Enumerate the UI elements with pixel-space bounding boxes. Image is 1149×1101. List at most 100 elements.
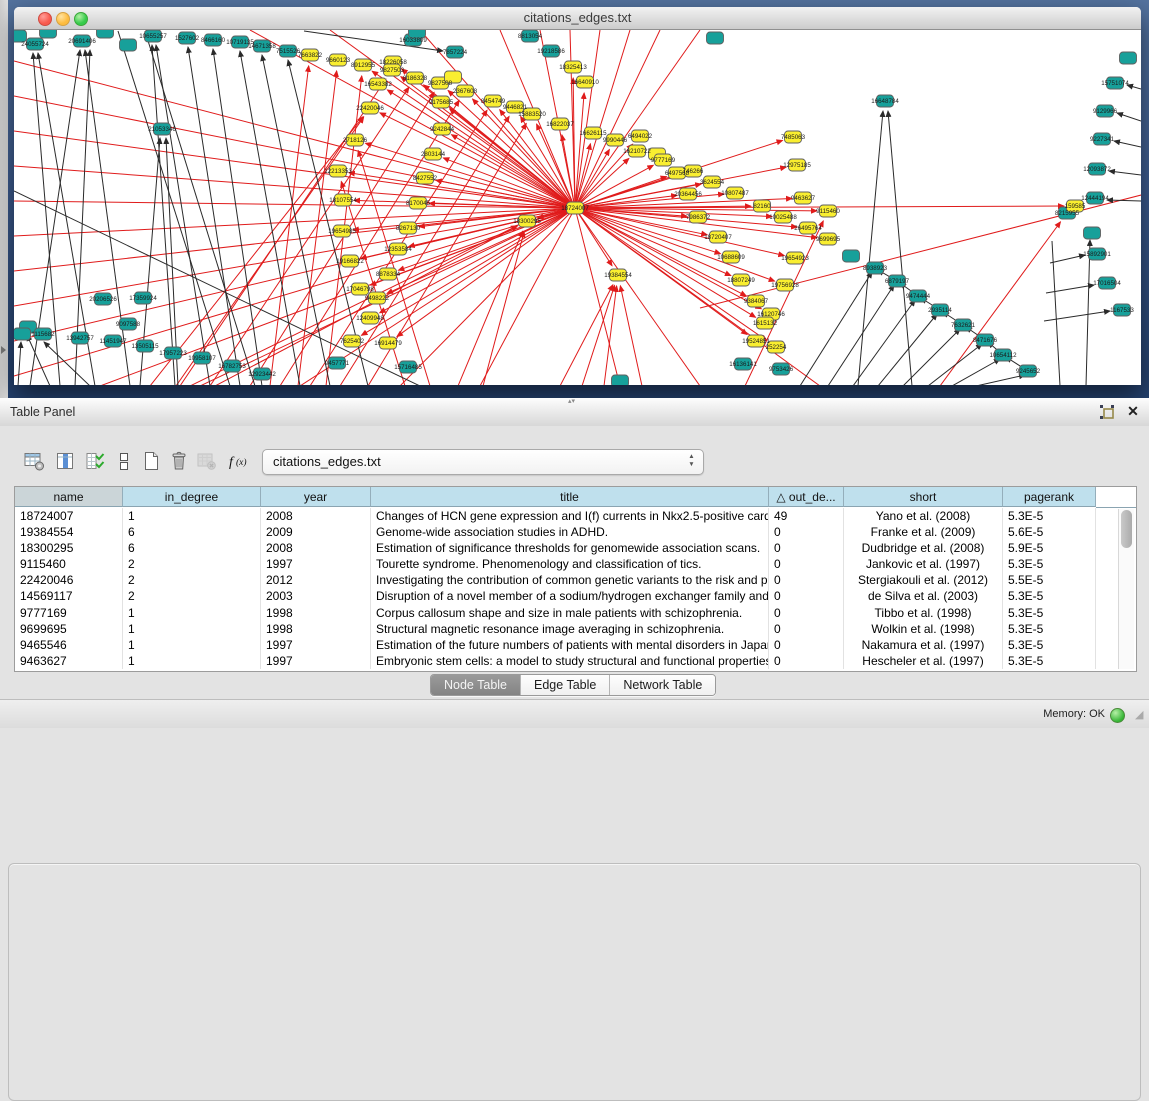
graph-node-label: 9175685 xyxy=(429,99,454,106)
graph-node-label: 8454749 xyxy=(481,98,506,105)
graph-node[interactable] xyxy=(40,30,57,38)
graph-node[interactable] xyxy=(843,250,860,262)
graph-node-label: 8912955 xyxy=(351,62,376,69)
table-check-icon[interactable] xyxy=(84,450,108,472)
table-cell: Stergiakouli et al. (2012) xyxy=(844,572,1003,588)
table-row[interactable]: 1830029562008Estimation of significance … xyxy=(15,540,1136,556)
table-selector-value: citations_edges.txt xyxy=(273,450,381,474)
table-cell: Hescheler et al. (1997) xyxy=(844,653,1003,669)
graph-node-label: 7663822 xyxy=(298,52,323,59)
graph-node-label: 19166822 xyxy=(336,258,364,265)
table-row[interactable]: 1872400712008Changes of HCN gene express… xyxy=(15,508,1136,524)
graph-node-label: 11451947 xyxy=(99,338,127,345)
graph-node[interactable] xyxy=(707,32,724,44)
graph-node-label: 24055724 xyxy=(21,41,49,48)
graph-node-label: 2367608 xyxy=(453,88,478,95)
graph-node-label: 16648784 xyxy=(871,98,899,105)
trash-icon[interactable] xyxy=(167,450,191,472)
table-cell: 2008 xyxy=(261,508,371,524)
graph-node[interactable] xyxy=(1084,227,1101,239)
graph-node-label: 9498222 xyxy=(365,295,390,302)
column-header-year[interactable]: year xyxy=(261,487,371,507)
table-cell: 0 xyxy=(769,653,844,669)
network-view-window[interactable]: citations_edges.txt 24055724206914061065… xyxy=(14,7,1141,385)
memory-status-icon[interactable] xyxy=(1110,708,1125,723)
graph-node-label: 17957223 xyxy=(159,350,187,357)
column-header-in_degree[interactable]: in_degree xyxy=(123,487,261,507)
graph-node[interactable] xyxy=(612,375,629,385)
graph-node-label: 18300295 xyxy=(513,218,541,225)
function-icon[interactable]: f(x) xyxy=(227,450,251,472)
table-cell: Yano et al. (2008) xyxy=(844,508,1003,524)
table-settings-icon[interactable] xyxy=(22,450,46,472)
table-cell: 9465546 xyxy=(15,637,123,653)
table-cell: 18724007 xyxy=(15,508,123,524)
graph-node-label: 9242844 xyxy=(430,126,455,133)
table-row[interactable]: 1456911722003Disruption of a novel membe… xyxy=(15,588,1136,604)
window-titlebar[interactable]: citations_edges.txt xyxy=(14,7,1141,30)
graph-node-label: 17359924 xyxy=(129,295,157,302)
table-cell: Changes of HCN gene expression and I(f) … xyxy=(371,508,769,524)
splitter-grip-icon[interactable]: ▴▾ xyxy=(568,399,580,404)
graph-node-label: 7515526 xyxy=(276,48,301,55)
table-row[interactable]: 946554611997Estimation of the future num… xyxy=(15,637,1136,653)
import-table-disabled-icon[interactable] xyxy=(195,450,219,472)
graph-node-label: 9115460 xyxy=(816,208,840,215)
table-cell: Wolkin et al. (1998) xyxy=(844,621,1003,637)
table-cell: Nakamura et al. (1997) xyxy=(844,637,1003,653)
table-cell: 0 xyxy=(769,588,844,604)
column-header-short[interactable]: short xyxy=(844,487,1003,507)
table-column-icon[interactable] xyxy=(53,450,77,472)
graph-node-label: 20364456 xyxy=(674,191,702,198)
scrollbar-thumb[interactable] xyxy=(1121,510,1132,548)
table-row[interactable]: 977716911998Corpus callosum shape and si… xyxy=(15,605,1136,621)
tab-edge-table[interactable]: Edge Table xyxy=(521,675,610,695)
table-row[interactable]: 1938455462009Genome-wide association stu… xyxy=(15,524,1136,540)
tab-node-table[interactable]: Node Table xyxy=(431,675,521,695)
graph-node-label: 16626115 xyxy=(579,130,607,137)
graph-node[interactable] xyxy=(14,328,31,340)
table-cell: 18300295 xyxy=(15,540,123,556)
new-document-icon[interactable] xyxy=(139,450,163,472)
graph-node[interactable] xyxy=(97,30,114,38)
table-cell: 6 xyxy=(123,540,261,556)
graph-node-label: 9699695 xyxy=(816,236,841,243)
resize-grip-icon[interactable]: ◢ xyxy=(1135,708,1147,720)
graph-node-label: 10958107 xyxy=(188,355,216,362)
graph-node-label: 9446821 xyxy=(503,104,528,111)
table-row[interactable]: 946362711997Embryonic stem cells: a mode… xyxy=(15,653,1136,669)
table-cell: Tibbo et al. (1998) xyxy=(844,605,1003,621)
table-cell: 1997 xyxy=(261,637,371,653)
network-canvas[interactable]: 2405572420691406106552571527602846616010… xyxy=(14,30,1141,385)
graph-node-label: 16822037 xyxy=(546,121,574,128)
column-header-pagerank[interactable]: pagerank xyxy=(1003,487,1096,507)
table-row[interactable]: 969969511998Structural magnetic resonanc… xyxy=(15,621,1136,637)
panel-expander-icon[interactable] xyxy=(1,346,6,354)
table-selector[interactable]: citations_edges.txt ▲▼ xyxy=(262,449,704,475)
column-header-title[interactable]: title xyxy=(371,487,769,507)
close-panel-icon[interactable]: ✕ xyxy=(1124,402,1142,421)
column-header-out_degree[interactable]: △ out_de... xyxy=(769,487,844,507)
table-cell: 0 xyxy=(769,572,844,588)
column-header-name[interactable]: name xyxy=(15,487,123,507)
graph-node-label: 20691406 xyxy=(68,38,96,45)
float-window-icon[interactable] xyxy=(1099,404,1115,420)
tab-network-table[interactable]: Network Table xyxy=(610,675,715,695)
graph-node-label: 15716485 xyxy=(394,364,422,371)
network-graph: 2405572420691406106552571527602846616010… xyxy=(14,30,1141,385)
graph-node-label: 8186328 xyxy=(403,75,428,82)
table-row[interactable]: 2242004622012Investigating the contribut… xyxy=(15,572,1136,588)
table-cell: 5.9E-5 xyxy=(1003,540,1096,556)
graph-node[interactable] xyxy=(1120,52,1137,64)
memory-status-label: Memory: OK xyxy=(1043,700,1105,728)
table-cell: 1997 xyxy=(261,653,371,669)
table-row[interactable]: 911546021997Tourette syndrome. Phenomeno… xyxy=(15,556,1136,572)
graph-node[interactable] xyxy=(14,30,27,42)
graph-node-label: 26495764 xyxy=(794,225,822,232)
vertical-scrollbar[interactable] xyxy=(1118,509,1134,669)
graph-node[interactable] xyxy=(120,39,137,51)
column-narrow-icon[interactable] xyxy=(112,450,136,472)
graph-node-label: 3624554 xyxy=(700,179,725,186)
graph-node-label: 9660123 xyxy=(326,57,351,64)
table-cell: de Silva et al. (2003) xyxy=(844,588,1003,604)
